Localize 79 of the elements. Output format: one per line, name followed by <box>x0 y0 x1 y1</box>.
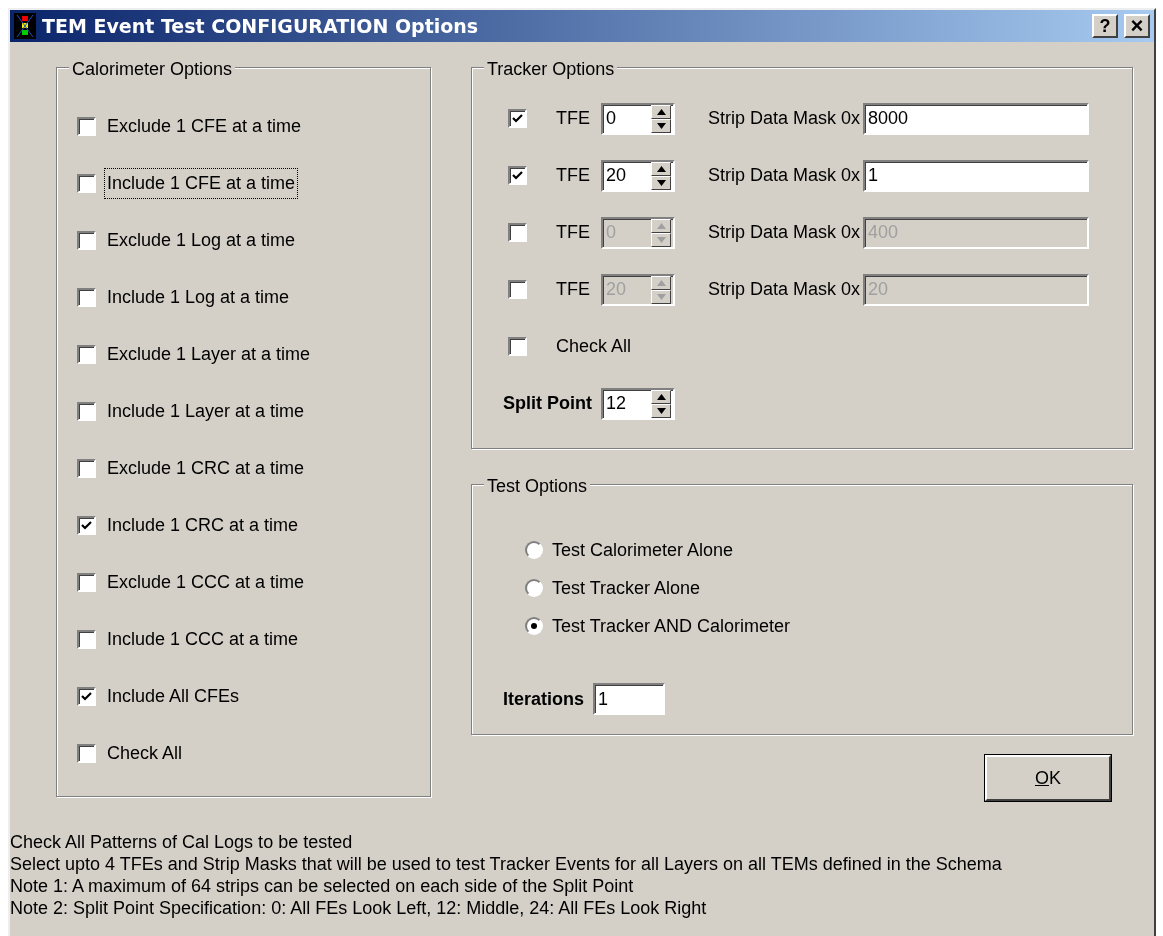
checkbox-label: Exclude 1 Log at a time <box>106 229 297 252</box>
ok-button[interactable]: OK <box>985 755 1111 801</box>
down-arrow-icon <box>656 179 666 186</box>
tfe-label: TFE <box>555 164 591 187</box>
check-icon <box>511 169 524 182</box>
spin-box[interactable]: 12 <box>601 387 675 420</box>
tfe-label: TFE <box>555 107 591 130</box>
note-text: Check All Patterns of Cal Logs to be tested <box>10 831 354 853</box>
checkbox-label: Exclude 1 CFE at a time <box>106 115 303 138</box>
tfe-label: TFE <box>555 278 591 301</box>
checkbox[interactable] <box>77 630 96 649</box>
checkbox[interactable] <box>508 109 527 128</box>
radio-label: Test Calorimeter Alone <box>551 538 735 562</box>
iterations-field[interactable]: 1 <box>593 683 666 715</box>
up-arrow-icon <box>656 108 666 115</box>
checkbox[interactable] <box>77 117 96 136</box>
spin-up-button[interactable] <box>651 389 671 404</box>
checkbox[interactable] <box>508 166 527 185</box>
down-arrow-icon <box>656 236 666 243</box>
spin-box[interactable]: 0 <box>601 102 675 135</box>
tfe-label: TFE <box>555 221 591 244</box>
checkbox[interactable] <box>77 687 96 706</box>
checkbox-label: Exclude 1 Layer at a time <box>106 343 312 366</box>
checkbox[interactable] <box>77 288 96 307</box>
checkbox[interactable] <box>508 337 527 356</box>
traffic-light-icon <box>14 13 36 39</box>
mask-label: Strip Data Mask 0x <box>707 278 862 301</box>
checkbox[interactable] <box>77 573 96 592</box>
note-text: Note 2: Split Point Specification: 0: All FEs Look Left, 12: Middle, 24: All FEs Look Right <box>10 897 708 919</box>
down-arrow-icon <box>656 293 666 300</box>
note-text: Select upto 4 TFEs and Strip Masks that will be used to test Tracker Events for all Layers on all TEMs defined in the Schema <box>10 853 1003 875</box>
checkbox[interactable] <box>77 459 96 478</box>
radio-label: Test Tracker Alone <box>551 576 702 600</box>
check-icon <box>80 690 93 703</box>
mask-label: Strip Data Mask 0x <box>707 221 862 244</box>
checkbox-label: Include 1 Layer at a time <box>106 400 306 423</box>
radio-button[interactable] <box>525 617 543 635</box>
up-arrow-icon <box>656 222 666 229</box>
iterations-label: Iterations <box>502 687 586 711</box>
checkbox[interactable] <box>77 231 96 250</box>
help-button[interactable]: ? <box>1092 14 1118 38</box>
checkbox-label: Include 1 Log at a time <box>106 286 291 309</box>
checkbox-label: Include 1 CRC at a time <box>106 514 300 537</box>
checkbox[interactable] <box>77 516 96 535</box>
checkbox-label: Check All <box>555 335 633 358</box>
check-icon <box>80 519 93 532</box>
mask-label: Strip Data Mask 0x <box>707 164 862 187</box>
mask-label: Strip Data Mask 0x <box>707 107 862 130</box>
check-icon <box>511 112 524 125</box>
spin-up-button[interactable] <box>651 104 671 119</box>
checkbox[interactable] <box>77 345 96 364</box>
mask-field[interactable]: 8000 <box>863 102 1090 135</box>
checkbox-label: Check All <box>106 742 184 765</box>
spin-box[interactable]: 20 <box>601 159 675 192</box>
mask-field[interactable]: 1 <box>863 159 1090 192</box>
down-arrow-icon <box>656 122 666 129</box>
split-point-spin-field[interactable]: 12 <box>603 389 651 418</box>
split-point-label: Split Point <box>502 392 593 415</box>
up-arrow-icon <box>656 165 666 172</box>
radio-label: Test Tracker AND Calorimeter <box>551 614 792 638</box>
checkbox-label: Exclude 1 CCC at a time <box>106 571 306 594</box>
spin-up-button[interactable] <box>651 161 671 176</box>
checkbox-label: Exclude 1 CRC at a time <box>106 457 306 480</box>
tfe-spin-field[interactable]: 0 <box>603 104 651 133</box>
up-arrow-icon <box>656 279 666 286</box>
window-title: TEM Event Test CONFIGURATION Options <box>42 13 479 39</box>
close-button[interactable]: × <box>1124 14 1150 38</box>
checkbox[interactable] <box>77 174 96 193</box>
radio-button[interactable] <box>525 541 543 559</box>
radio-button[interactable] <box>525 579 543 597</box>
checkbox[interactable] <box>77 744 96 763</box>
checkbox-label: Include 1 CFE at a time <box>104 168 299 199</box>
checkbox[interactable] <box>77 402 96 421</box>
up-arrow-icon <box>656 393 666 400</box>
checkbox-label: Include All CFEs <box>106 685 241 708</box>
note-text: Note 1: A maximum of 64 strips can be selected on each side of the Split Point <box>10 875 635 897</box>
checkbox-label: Include 1 CCC at a time <box>106 628 300 651</box>
tfe-spin-field[interactable]: 20 <box>603 161 651 190</box>
down-arrow-icon <box>656 407 666 414</box>
